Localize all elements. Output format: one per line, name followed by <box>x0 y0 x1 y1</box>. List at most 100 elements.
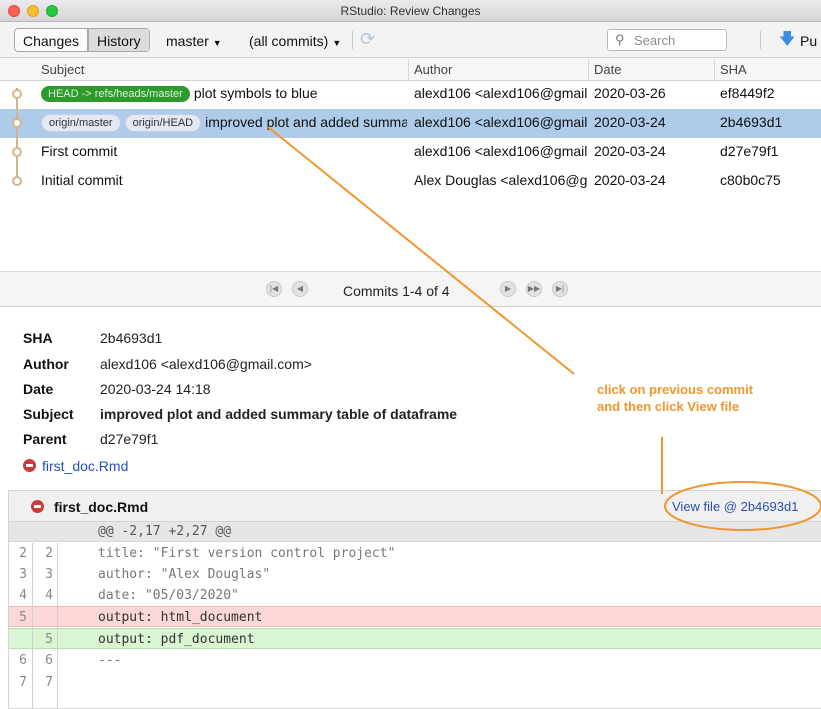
subject-column-header[interactable]: Subject <box>41 62 84 77</box>
commit-date: 2020-03-24 <box>594 143 666 159</box>
commit-author: Alex Douglas <alexd106@gmail.com> <box>414 172 588 188</box>
gutter-divider <box>32 543 33 709</box>
commits-filter-dropdown[interactable]: (all commits) ▼ <box>249 33 341 49</box>
diff-file-name: first_doc.Rmd <box>54 499 149 515</box>
diff-line-text: date: "05/03/2020" <box>98 588 239 603</box>
commit-subject-cell: origin/master origin/HEAD improved plot an… <box>41 114 407 132</box>
date-value: 2020-03-24 14:18 <box>100 381 211 397</box>
subject-label: Subject <box>23 406 74 422</box>
sha-value: 2b4693d1 <box>100 330 163 346</box>
diff-line-removed: 5 output: html_document <box>9 606 821 627</box>
view-file-link[interactable]: View file @ 2b4693d1 <box>672 499 798 514</box>
annotation-text: click on previous commit and then click … <box>597 381 821 415</box>
previous-page-icon[interactable]: ◀ <box>292 281 308 297</box>
commit-row[interactable]: Initial commit Alex Douglas <alexd106@gm… <box>0 167 821 196</box>
diff-line-context: 2 2 title: "First version control projec… <box>9 543 821 564</box>
commit-sha: d27e79f1 <box>720 143 779 159</box>
branch-dropdown-label: master <box>166 33 209 49</box>
pull-arrow-icon[interactable]: 🡇 <box>779 28 795 55</box>
commit-graph-node <box>12 89 22 99</box>
branch-dropdown[interactable]: master ▼ <box>166 33 222 49</box>
commit-subject: plot symbols to blue <box>193 85 318 101</box>
author-label: Author <box>23 356 69 372</box>
diff-line-context: 3 3 author: "Alex Douglas" <box>9 564 821 585</box>
new-line-number: 6 <box>45 653 53 668</box>
new-line-number: 3 <box>45 567 53 582</box>
old-line-number: 2 <box>19 546 27 561</box>
column-divider[interactable] <box>588 59 589 81</box>
chevron-down-icon: ▼ <box>212 38 222 48</box>
diff-line-text: title: "First version control project" <box>98 546 396 561</box>
diff-line-context: 4 4 date: "05/03/2020" <box>9 585 821 606</box>
commit-sha: c80b0c75 <box>720 172 781 188</box>
commit-row[interactable]: HEAD -> refs/heads/master plot symbols to… <box>0 80 821 109</box>
changes-tab[interactable]: Changes <box>15 29 89 51</box>
diff-line-context: 7 7 <box>9 672 821 693</box>
window-title: RStudio: Review Changes <box>340 4 481 18</box>
new-line-number: 5 <box>45 632 53 647</box>
search-input[interactable] <box>634 31 722 49</box>
new-line-number: 7 <box>45 675 53 690</box>
old-line-number: 7 <box>19 675 27 690</box>
refresh-icon[interactable]: ⟳ <box>360 29 375 50</box>
diff-line-text: author: "Alex Douglas" <box>98 567 271 582</box>
rmd-file-icon <box>31 500 44 513</box>
commit-sha: 2b4693d1 <box>720 114 783 130</box>
diff-line-added: 5 output: pdf_document <box>9 628 821 649</box>
diff-line-text: output: html_document <box>98 610 263 625</box>
last-page-icon[interactable]: ▶| <box>552 281 568 297</box>
next-page-icon[interactable]: ▶ <box>500 281 516 297</box>
commit-date: 2020-03-24 <box>594 172 666 188</box>
changed-file-link[interactable]: first_doc.Rmd <box>23 458 128 474</box>
annotation-line: and then click View file <box>597 399 740 414</box>
commit-author: alexd106 <alexd106@gmail.com> <box>414 85 588 101</box>
old-line-number: 3 <box>19 567 27 582</box>
diff-viewer: first_doc.Rmd View file @ 2b4693d1 @@ -2… <box>8 490 821 709</box>
new-line-number: 2 <box>45 546 53 561</box>
diff-hunk-header: @@ -2,17 +2,27 @@ <box>9 522 821 542</box>
pager-label: Commits 1-4 of 4 <box>343 283 450 299</box>
author-value: alexd106 <alexd106@gmail.com> <box>100 356 312 372</box>
column-divider[interactable] <box>714 59 715 81</box>
search-icon: ⚲ <box>615 32 625 47</box>
diff-line-text: --- <box>98 653 122 668</box>
commit-pager: |◀ ◀ Commits 1-4 of 4 ▶ ▶▶ ▶| <box>0 271 821 307</box>
pull-button[interactable]: Pu <box>800 33 817 49</box>
sha-column-header[interactable]: SHA <box>720 62 747 77</box>
commit-graph-node <box>12 176 22 186</box>
commit-author: alexd106 <alexd106@gmail.com> <box>414 114 588 130</box>
new-line-number: 4 <box>45 588 53 603</box>
hunk-text: @@ -2,17 +2,27 @@ <box>98 524 232 539</box>
date-column-header[interactable]: Date <box>594 62 621 77</box>
annotation-line: click on previous commit <box>597 382 754 397</box>
sha-label: SHA <box>23 330 53 346</box>
parent-value[interactable]: d27e79f1 <box>100 431 158 447</box>
view-mode-switch: Changes History <box>14 28 150 52</box>
changed-file-name: first_doc.Rmd <box>42 458 129 474</box>
commit-date: 2020-03-24 <box>594 114 666 130</box>
ref-badge: origin/master <box>41 114 121 132</box>
commit-subject: First commit <box>41 143 118 159</box>
chevron-down-icon: ▼ <box>332 38 342 48</box>
ref-badge: origin/HEAD <box>124 114 202 132</box>
commit-sha: ef8449f2 <box>720 85 775 101</box>
commits-filter-label: (all commits) <box>249 33 329 49</box>
parent-label: Parent <box>23 431 67 447</box>
old-line-number: 5 <box>19 610 27 625</box>
diff-line-text: output: pdf_document <box>98 632 255 647</box>
fast-forward-icon[interactable]: ▶▶ <box>526 281 542 297</box>
commit-row[interactable]: First commit alexd106 <alexd106@gmail.co… <box>0 138 821 167</box>
commit-row-selected[interactable]: origin/master origin/HEAD improved plot an… <box>0 109 821 138</box>
author-column-header[interactable]: Author <box>414 62 452 77</box>
old-line-number: 6 <box>19 653 27 668</box>
commit-graph-node <box>12 147 22 157</box>
first-page-icon[interactable]: |◀ <box>266 281 282 297</box>
commit-subject: Initial commit <box>41 172 123 188</box>
column-divider[interactable] <box>408 59 409 81</box>
history-tab[interactable]: History <box>88 29 149 51</box>
toolbar-divider <box>760 31 761 49</box>
subject-value: improved plot and added summary table of… <box>100 406 458 422</box>
commit-graph-line <box>16 88 18 184</box>
gutter-divider <box>57 543 58 709</box>
commit-table-header: Subject Author Date SHA <box>0 59 821 81</box>
